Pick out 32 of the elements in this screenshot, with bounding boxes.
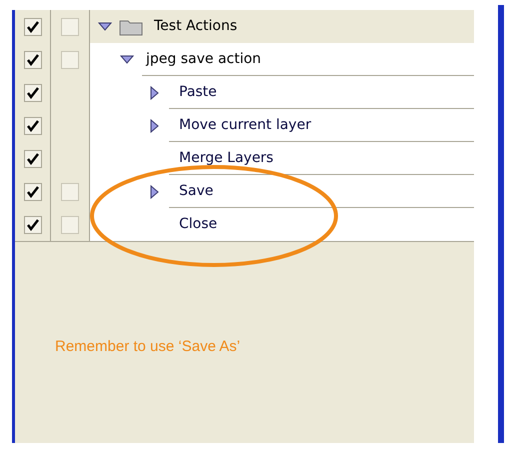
checkmark-icon	[26, 54, 38, 66]
action-name[interactable]: jpeg save action	[146, 49, 262, 70]
command-name[interactable]: Paste	[179, 82, 217, 103]
command-name[interactable]: Merge Layers	[179, 148, 274, 169]
dialog-toggle[interactable]	[61, 216, 79, 234]
dialog-toggle[interactable]	[61, 182, 79, 200]
collapsed-triangle-icon[interactable]	[150, 184, 158, 198]
collapsed-triangle-icon[interactable]	[150, 86, 158, 100]
checkbox[interactable]	[24, 18, 42, 36]
folder-icon	[119, 18, 143, 36]
checkbox[interactable]	[24, 116, 42, 134]
expand-triangle-icon[interactable]	[98, 22, 112, 31]
command-name[interactable]: Move current layer	[179, 115, 312, 136]
dialog-toggle[interactable]	[61, 18, 79, 36]
checkmark-icon	[26, 86, 38, 98]
annotation-note: Remember to use ‘Save As’	[55, 338, 240, 355]
dialog-toggle[interactable]	[61, 50, 79, 68]
expand-triangle-icon[interactable]	[120, 55, 134, 64]
command-name[interactable]: Save	[179, 181, 214, 202]
checkbox[interactable]	[24, 216, 42, 234]
checkbox[interactable]	[24, 150, 42, 168]
checkmark-icon	[26, 186, 38, 198]
checkbox[interactable]	[24, 50, 42, 68]
checkmark-icon	[26, 120, 38, 132]
command-name[interactable]: Close	[179, 214, 218, 235]
checkbox[interactable]	[24, 182, 42, 200]
checkmark-icon	[26, 218, 38, 230]
action-set-name[interactable]: Test Actions	[154, 16, 238, 37]
checkmark-icon	[26, 152, 38, 164]
checkbox[interactable]	[24, 84, 42, 102]
collapsed-triangle-icon[interactable]	[150, 118, 158, 132]
checkmark-icon	[26, 20, 38, 32]
